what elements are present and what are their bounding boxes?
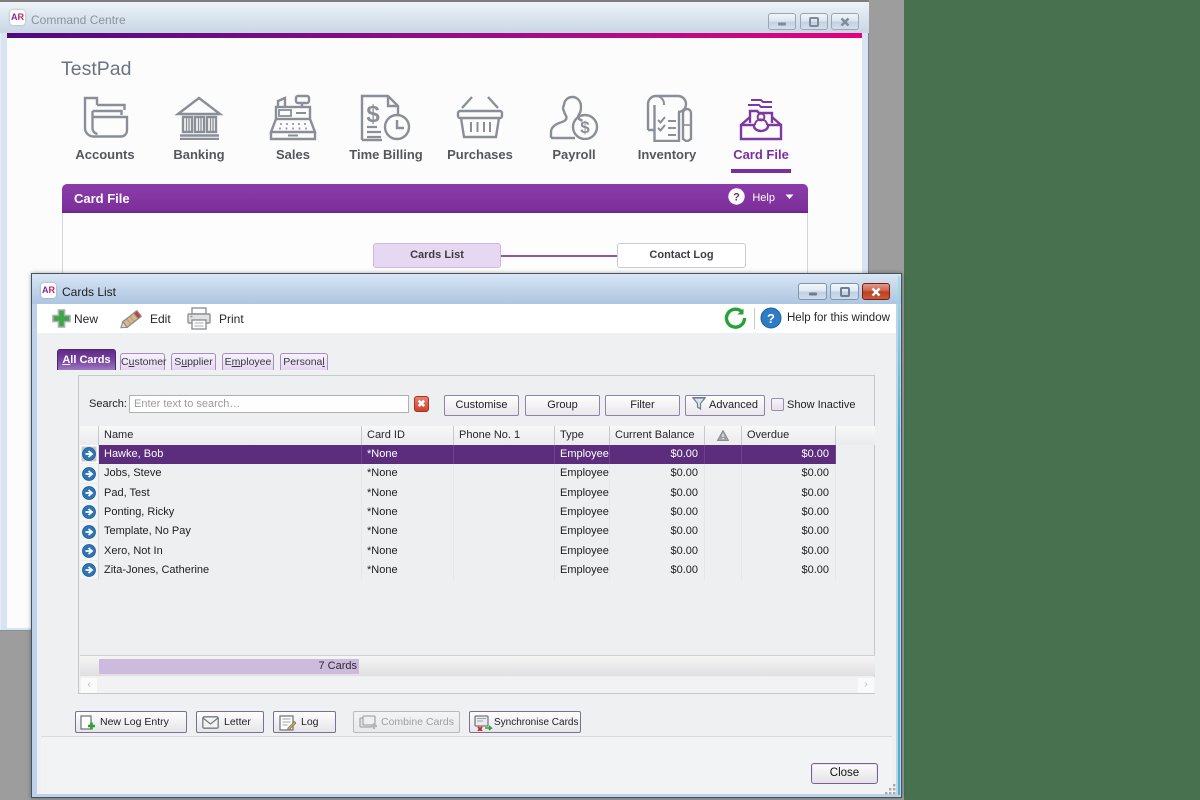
svg-text:?: ?: [767, 311, 775, 326]
svg-text:$: $: [366, 101, 380, 128]
svg-text:?: ?: [733, 192, 740, 204]
svg-text:$: $: [580, 118, 590, 137]
